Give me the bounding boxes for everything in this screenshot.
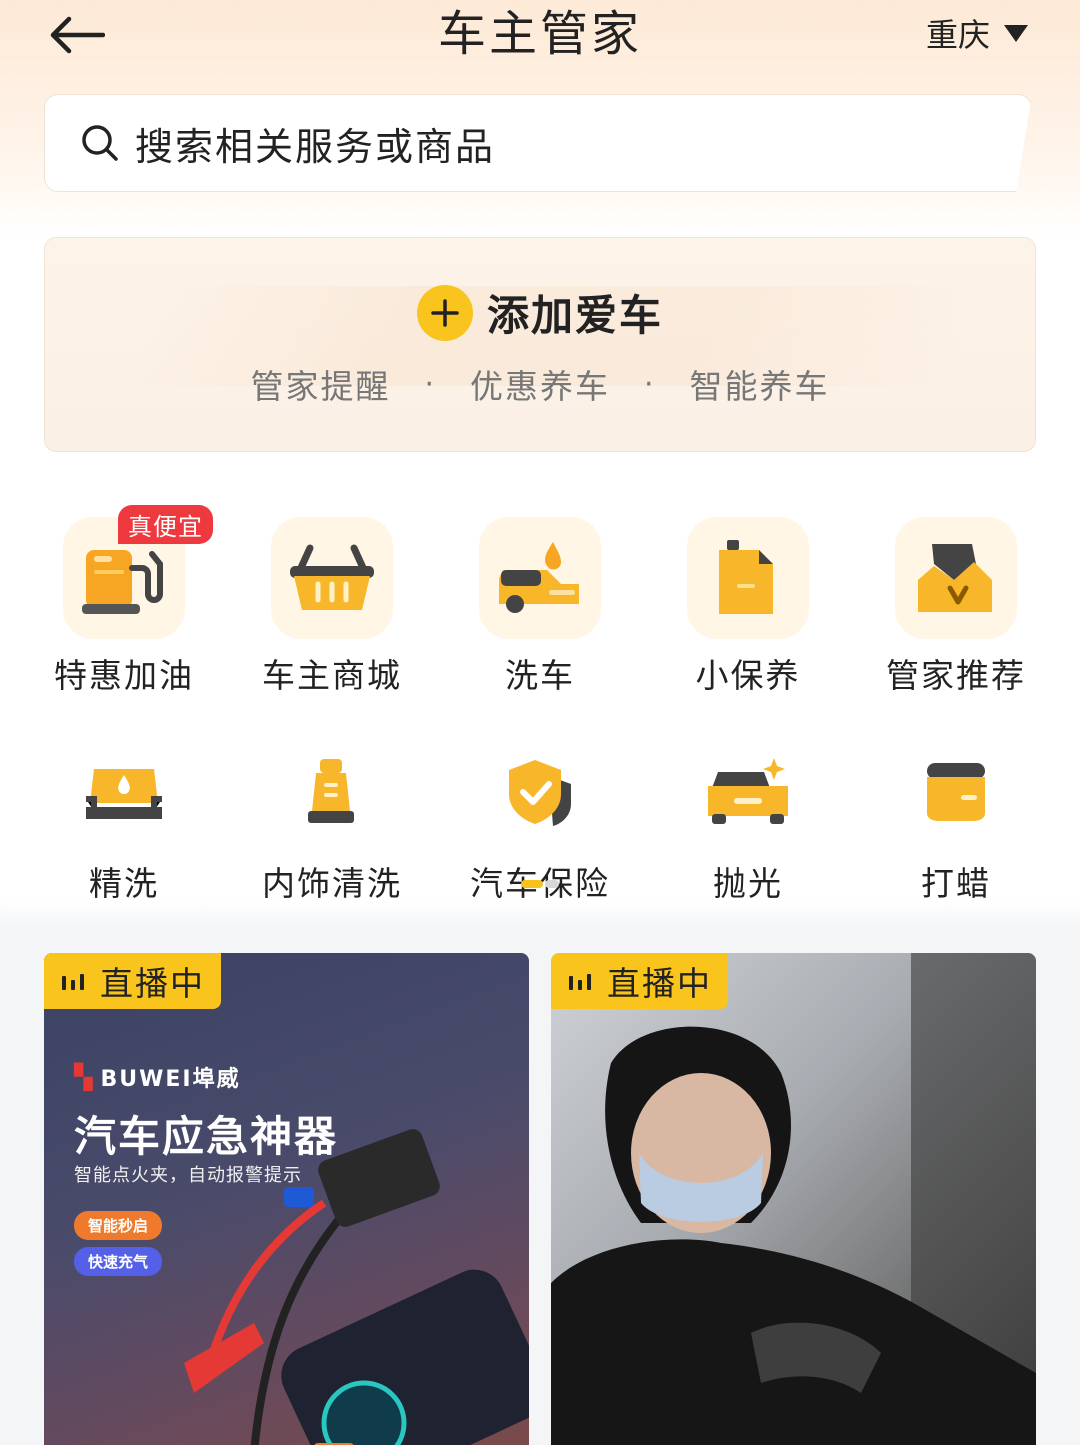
wax-icon	[895, 737, 1017, 847]
service-maintenance[interactable]: 小保养	[644, 505, 852, 697]
city-label: 重庆	[925, 16, 990, 54]
service-wax[interactable]: 打蜡	[852, 737, 1060, 905]
recommend-icon	[895, 517, 1017, 639]
service-mall[interactable]: 车主商城	[228, 505, 436, 697]
polish-icon	[687, 737, 809, 847]
mechanic-photo	[551, 953, 1036, 1445]
search-placeholder: 搜索相关服务或商品	[135, 124, 496, 169]
feature-label: 管家提醒	[250, 367, 391, 406]
services-grid: 真便宜 特惠加油 车主商城 洗车 小保养 管家推荐 精洗 内饰清洗 汽车保险 抛…	[20, 505, 1060, 905]
service-label: 抛光	[713, 864, 783, 903]
live-bars-icon	[569, 974, 591, 990]
brand-mark-icon: ▚	[74, 1063, 95, 1091]
plus-icon	[416, 284, 473, 341]
oil-can-icon	[687, 517, 809, 639]
service-interior[interactable]: 内饰清洗	[228, 737, 436, 905]
shopping-basket-icon	[271, 517, 393, 639]
service-label: 小保养	[695, 656, 801, 695]
service-label: 内饰清洗	[262, 864, 402, 903]
add-car-card[interactable]: 添加爱车 管家提醒 · 优惠养车 · 智能养车	[44, 237, 1036, 452]
service-finewash[interactable]: 精洗	[20, 737, 228, 905]
service-label: 车主商城	[262, 656, 402, 695]
page-dot-active	[521, 880, 543, 888]
add-car-label: 添加爱车	[486, 291, 663, 340]
services-row-1: 真便宜 特惠加油 车主商城 洗车 小保养 管家推荐	[20, 505, 1060, 697]
live-card[interactable]: 直播中 ▚ BUWEI埠威 汽车应急神器 智能点火夹，自动报警提示 智能秒启 快…	[44, 953, 529, 1445]
header: 车主管家 重庆	[0, 0, 1080, 70]
service-polish[interactable]: 抛光	[644, 737, 852, 905]
feature-label: 智能养车	[689, 367, 830, 406]
jump-starter-image	[184, 1129, 529, 1445]
separator-dot: ·	[644, 366, 656, 402]
add-car-row: 添加爱车	[45, 282, 1035, 343]
page-dot	[545, 880, 559, 888]
live-tag: 直播中	[551, 953, 728, 1009]
promo-badge: 真便宜	[118, 505, 213, 544]
triangle-down-icon	[1004, 24, 1028, 42]
live-label: 直播中	[607, 964, 712, 1003]
separator-dot: ·	[424, 366, 436, 402]
service-label: 精洗	[89, 864, 159, 903]
live-bars-icon	[62, 974, 84, 990]
car-wash-icon	[479, 517, 601, 639]
service-recommend[interactable]: 管家推荐	[852, 505, 1060, 697]
search-bar[interactable]: 搜索相关服务或商品	[44, 94, 1032, 192]
city-selector[interactable]: 重庆	[926, 10, 1028, 56]
live-card[interactable]: 直播中	[551, 953, 1036, 1445]
brand-logo: ▚ BUWEI埠威	[74, 1061, 241, 1093]
service-label: 管家推荐	[886, 656, 1026, 695]
live-label: 直播中	[100, 964, 205, 1003]
service-fuel[interactable]: 真便宜 特惠加油	[20, 505, 228, 697]
live-tag: 直播中	[44, 953, 221, 1009]
service-label: 洗车	[505, 656, 575, 695]
page-title: 车主管家	[437, 6, 642, 62]
page-indicator	[521, 880, 559, 888]
interior-clean-icon	[271, 737, 393, 847]
brand-name: BUWEI埠威	[100, 1067, 241, 1092]
shield-check-icon	[479, 737, 601, 847]
service-label: 特惠加油	[54, 656, 194, 695]
service-carwash[interactable]: 洗车	[436, 505, 644, 697]
search-icon	[82, 125, 118, 161]
feature-label: 优惠养车	[470, 367, 610, 406]
fine-wash-icon	[63, 737, 185, 847]
feature-row: 管家提醒 · 优惠养车 · 智能养车	[45, 360, 1035, 408]
service-label: 打蜡	[921, 864, 991, 903]
